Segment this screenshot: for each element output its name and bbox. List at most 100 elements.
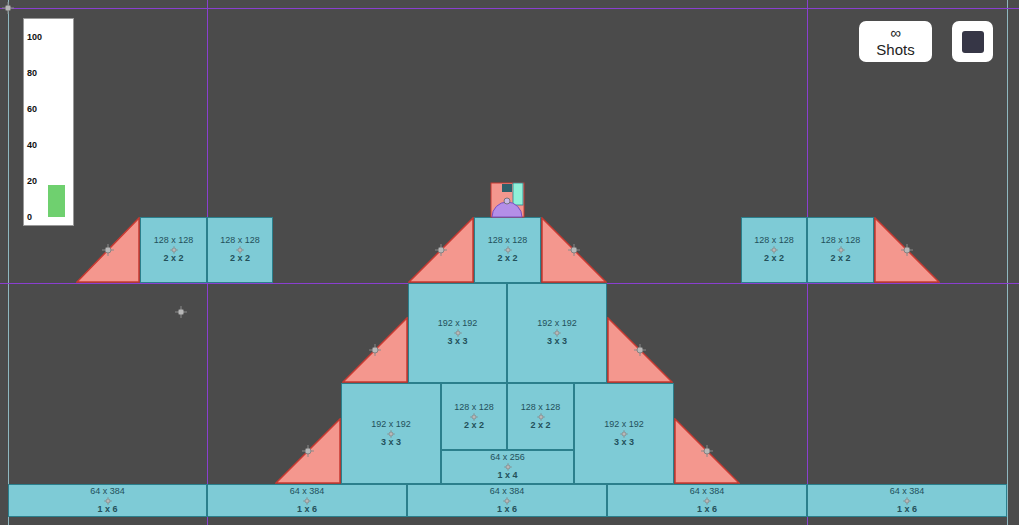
level-canvas[interactable]: 128 x 128 2 x 2 128 x 128 2 x 2 128 x 128 2 x… xyxy=(0,0,1019,525)
meter-tick: 100 xyxy=(27,31,42,43)
crosshair-icon[interactable] xyxy=(504,463,512,471)
block-size: 64 x 384 xyxy=(90,487,125,497)
block-grid: 1 x 4 xyxy=(497,471,517,481)
block-body: 64 x 384 1 x 6 xyxy=(808,485,1006,516)
block-size: 64 x 384 xyxy=(290,487,325,497)
crosshair-icon[interactable] xyxy=(470,413,478,421)
block-size: 192 x 192 xyxy=(537,319,577,329)
block[interactable]: 128 x 128 2 x 2 xyxy=(474,217,541,283)
crosshair-icon[interactable] xyxy=(387,430,395,438)
block[interactable]: 192 x 1923 x 3 xyxy=(408,283,507,383)
crosshair-icon[interactable] xyxy=(568,244,580,256)
block-body: 192 x 192 3 x 3 xyxy=(508,284,606,382)
crosshair-icon[interactable] xyxy=(903,497,911,505)
crosshair-icon[interactable] xyxy=(104,497,112,505)
block-grid: 2 x 2 xyxy=(530,421,550,431)
cannon-icon[interactable] xyxy=(489,182,525,218)
crosshair-icon[interactable] xyxy=(701,445,713,457)
crosshair-icon[interactable] xyxy=(175,306,187,318)
block-grid: 1 x 6 xyxy=(697,505,717,515)
crosshair-icon[interactable] xyxy=(236,246,244,254)
block-body: 128 x 128 2 x 2 xyxy=(442,384,506,449)
block-size: 64 x 384 xyxy=(490,487,525,497)
meter-fill xyxy=(48,185,65,217)
block[interactable]: 192 x 1923 x 3 xyxy=(574,383,674,484)
block-grid: 2 x 2 xyxy=(163,254,183,264)
block-size: 128 x 128 xyxy=(154,236,194,246)
block-grid: 1 x 6 xyxy=(897,505,917,515)
block[interactable]: 128 x 128 2 x 2 xyxy=(807,217,874,283)
meter-tick: 0 xyxy=(27,211,32,223)
block-size: 128 x 128 xyxy=(521,403,561,413)
block[interactable]: 64 x 2561 x 4 xyxy=(441,450,574,484)
stop-icon xyxy=(962,31,984,53)
block-body: 128 x 1282 x 2 xyxy=(742,218,806,282)
crosshair-icon[interactable] xyxy=(170,246,178,254)
block-grid: 2 x 2 xyxy=(764,254,784,264)
block-body: 64 x 384 1 x 6 xyxy=(408,485,606,516)
block-grid: 2 x 2 xyxy=(230,254,250,264)
meter-track xyxy=(48,37,65,217)
block-body: 64 x 384 1 x 6 xyxy=(608,485,806,516)
crosshair-icon[interactable] xyxy=(901,244,913,256)
crosshair-icon[interactable] xyxy=(302,445,314,457)
block-body: 192 x 1923 x 3 xyxy=(575,384,673,483)
crosshair-icon[interactable] xyxy=(620,430,628,438)
block[interactable]: 64 x 384 1 x 6 xyxy=(8,484,207,517)
crosshair-icon[interactable] xyxy=(435,244,447,256)
crosshair-icon[interactable] xyxy=(703,497,711,505)
block-size: 192 x 192 xyxy=(371,420,411,430)
crosshair-icon[interactable] xyxy=(504,246,512,254)
crosshair-icon[interactable] xyxy=(2,2,14,14)
block[interactable]: 64 x 384 1 x 6 xyxy=(807,484,1007,517)
block-body: 64 x 2561 x 4 xyxy=(442,451,573,483)
crosshair-icon[interactable] xyxy=(837,246,845,254)
block-grid: 1 x 6 xyxy=(297,505,317,515)
block-grid: 1 x 6 xyxy=(497,505,517,515)
block-body: 192 x 192 3 x 3 xyxy=(342,384,440,483)
block-grid: 1 x 6 xyxy=(97,505,117,515)
block-size: 128 x 128 xyxy=(821,236,861,246)
crosshair-icon[interactable] xyxy=(503,497,511,505)
block[interactable]: 64 x 384 1 x 6 xyxy=(207,484,407,517)
block-size: 64 x 384 xyxy=(690,487,725,497)
block[interactable]: 128 x 128 2 x 2 xyxy=(441,383,507,450)
block-grid: 2 x 2 xyxy=(497,254,517,264)
shots-label: Shots xyxy=(876,42,914,59)
crosshair-icon[interactable] xyxy=(553,329,561,337)
grid-line xyxy=(0,8,1019,9)
stop-button[interactable] xyxy=(952,21,993,62)
block[interactable]: 64 x 384 1 x 6 xyxy=(407,484,607,517)
block-grid: 3 x 3 xyxy=(381,438,401,448)
block-size: 64 x 384 xyxy=(890,487,925,497)
block[interactable]: 192 x 192 3 x 3 xyxy=(507,283,607,383)
block-body: 128 x 128 2 x 2 xyxy=(141,218,206,282)
block-size: 128 x 128 xyxy=(488,236,528,246)
crosshair-icon[interactable] xyxy=(303,497,311,505)
crosshair-icon[interactable] xyxy=(770,246,778,254)
crosshair-icon[interactable] xyxy=(369,344,381,356)
block-grid: 2 x 2 xyxy=(464,421,484,431)
block-grid: 3 x 3 xyxy=(614,438,634,448)
block[interactable]: 128 x 1282 x 2 xyxy=(207,217,273,283)
block[interactable]: 192 x 192 3 x 3 xyxy=(341,383,441,484)
crosshair-icon[interactable] xyxy=(634,344,646,356)
block-body: 128 x 128 2 x 2 xyxy=(508,384,573,449)
crosshair-icon[interactable] xyxy=(537,413,545,421)
block[interactable]: 128 x 1282 x 2 xyxy=(741,217,807,283)
shots-button[interactable]: ∞Shots xyxy=(859,21,932,62)
block[interactable]: 64 x 384 1 x 6 xyxy=(607,484,807,517)
edge-line xyxy=(8,0,9,525)
block-body: 64 x 384 1 x 6 xyxy=(208,485,406,516)
block-body: 128 x 1282 x 2 xyxy=(208,218,272,282)
block-grid: 2 x 2 xyxy=(830,254,850,264)
shots-symbol: ∞ xyxy=(890,25,901,42)
block[interactable]: 128 x 128 2 x 2 xyxy=(140,217,207,283)
block-size: 128 x 128 xyxy=(454,403,494,413)
block-grid: 3 x 3 xyxy=(547,337,567,347)
block-body: 64 x 384 1 x 6 xyxy=(9,485,206,516)
crosshair-icon[interactable] xyxy=(102,244,114,256)
block[interactable]: 128 x 128 2 x 2 xyxy=(507,383,574,450)
block-body: 128 x 128 2 x 2 xyxy=(808,218,873,282)
crosshair-icon[interactable] xyxy=(454,329,462,337)
